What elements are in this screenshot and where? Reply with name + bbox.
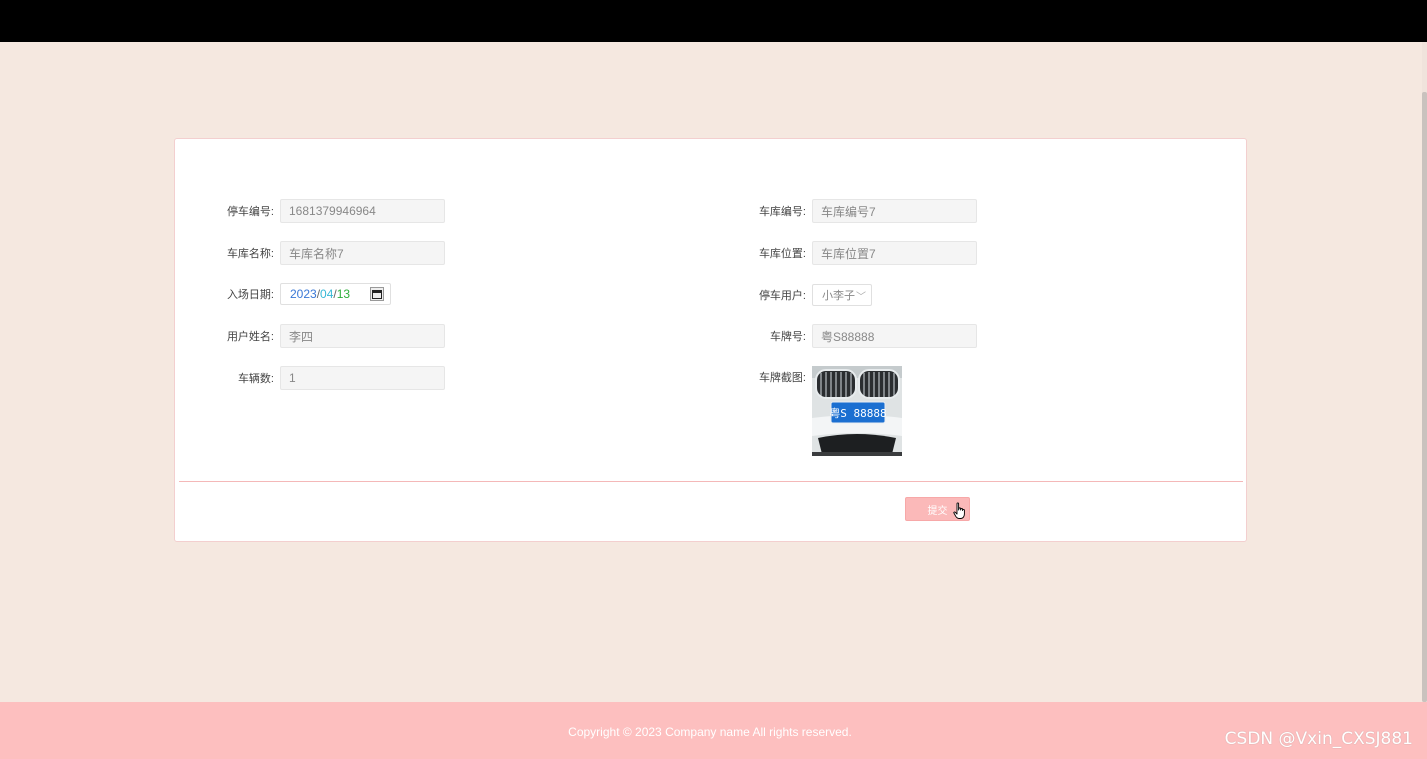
plate-no-label: 车牌号: [769, 331, 806, 343]
footer: Copyright © 2023 Company name All rights… [0, 702, 1427, 759]
vehicle-count-field: 车辆数: 1 [222, 366, 445, 390]
parking-user-select[interactable]: 小李子 ﹀ [812, 284, 872, 306]
form-divider [179, 481, 1243, 482]
copyright-text: Copyright © 2023 Company name All rights… [568, 725, 852, 739]
plate-image-field: 车牌截图: 粤S 88888 [754, 366, 902, 458]
entry-date-day: 13 [336, 287, 351, 301]
plate-image[interactable]: 粤S 88888 [812, 366, 902, 456]
plate-text: 粤S 88888 [829, 406, 886, 420]
garage-location-input[interactable]: 车库位置7 [812, 241, 977, 265]
car-front-photo: 粤S 88888 [812, 366, 902, 456]
chevron-down-icon: ﹀ [856, 291, 866, 303]
parking-no-input[interactable]: 1681379946964 [280, 199, 445, 223]
plate-no-field: 车牌号: 粤S88888 [754, 324, 977, 348]
parking-no-field: 停车编号: 1681379946964 [222, 199, 445, 223]
scrollbar[interactable] [1422, 42, 1427, 702]
garage-name-label: 车库名称: [226, 248, 274, 260]
garage-no-input[interactable]: 车库编号7 [812, 199, 977, 223]
parking-no-label: 停车编号: [226, 206, 274, 218]
garage-location-label: 车库位置: [758, 248, 806, 260]
plate-image-label: 车牌截图: [758, 372, 806, 384]
user-name-field: 用户姓名: 李四 [222, 324, 445, 348]
hand-cursor-icon [953, 502, 965, 519]
parking-user-field: 停车用户: 小李子 ﹀ [754, 283, 872, 307]
scrollbar-thumb[interactable] [1422, 92, 1427, 702]
top-bar [0, 0, 1427, 42]
garage-no-field: 车库编号: 车库编号7 [754, 199, 977, 223]
watermark-text: CSDN @Vxin_CXSJ881 [1224, 729, 1413, 749]
entry-date-month: 04 [320, 287, 334, 301]
entry-date-label: 入场日期: [226, 289, 274, 301]
user-name-input[interactable]: 李四 [280, 324, 445, 348]
user-name-label: 用户姓名: [226, 331, 274, 343]
garage-name-field: 车库名称: 车库名称7 [222, 241, 445, 265]
garage-location-field: 车库位置: 车库位置7 [754, 241, 977, 265]
garage-no-label: 车库编号: [758, 206, 806, 218]
garage-name-input[interactable]: 车库名称7 [280, 241, 445, 265]
entry-date-field: 入场日期: 2023/04/13 [222, 282, 391, 306]
edit-form-card: 停车编号: 1681379946964 车库编号: 车库编号7 车库名称: 车库… [174, 138, 1247, 542]
plate-no-input[interactable]: 粤S88888 [812, 324, 977, 348]
calendar-icon[interactable] [370, 287, 384, 301]
parking-user-value: 小李子 [822, 290, 855, 302]
entry-date-input[interactable]: 2023/04/13 [280, 283, 391, 305]
vehicle-count-input[interactable]: 1 [280, 366, 445, 390]
entry-date-year: 2023 [290, 287, 317, 301]
vehicle-count-label: 车辆数: [237, 373, 274, 385]
parking-user-label: 停车用户: [758, 290, 806, 302]
